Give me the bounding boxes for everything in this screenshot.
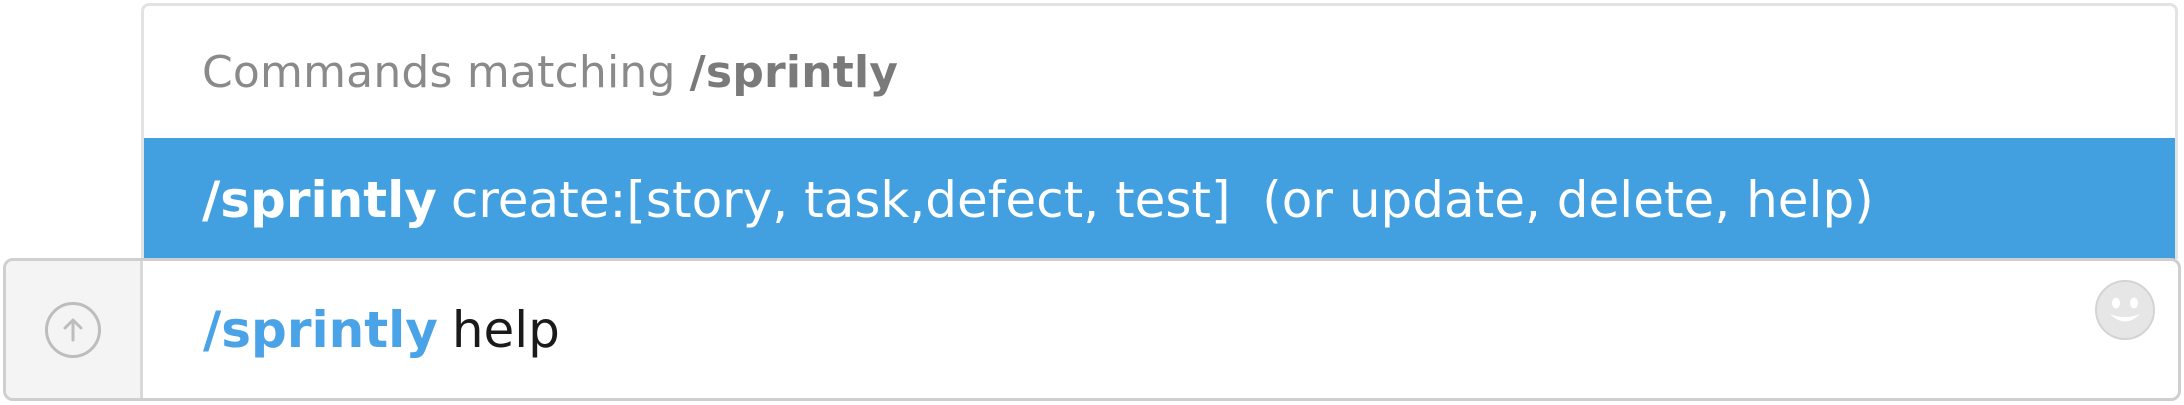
message-input[interactable]: /sprintly help: [143, 261, 2178, 398]
chat-composer-area: Commands matching /sprintly /sprintly cr…: [0, 0, 2184, 405]
autocomplete-option-sprintly[interactable]: /sprintly create:[story, task,defect, te…: [144, 138, 2175, 259]
command-autocomplete-popup: Commands matching /sprintly /sprintly cr…: [141, 3, 2178, 259]
arrow-up-circle-icon: [45, 301, 101, 358]
emoji-button[interactable]: [2094, 279, 2156, 341]
option-command: /sprintly: [202, 171, 437, 229]
input-argument: help: [451, 300, 560, 359]
file-upload-button[interactable]: [6, 261, 143, 398]
message-input-box: /sprintly help: [3, 258, 2181, 401]
input-command: /sprintly: [203, 300, 438, 359]
autocomplete-header-label: Commands matching: [202, 46, 676, 98]
smiley-face-icon: [2095, 280, 2155, 340]
autocomplete-header: Commands matching /sprintly: [144, 6, 2175, 138]
autocomplete-header-command: /sprintly: [689, 46, 899, 98]
option-description: create:[story, task,defect, test] (or up…: [450, 171, 1874, 229]
